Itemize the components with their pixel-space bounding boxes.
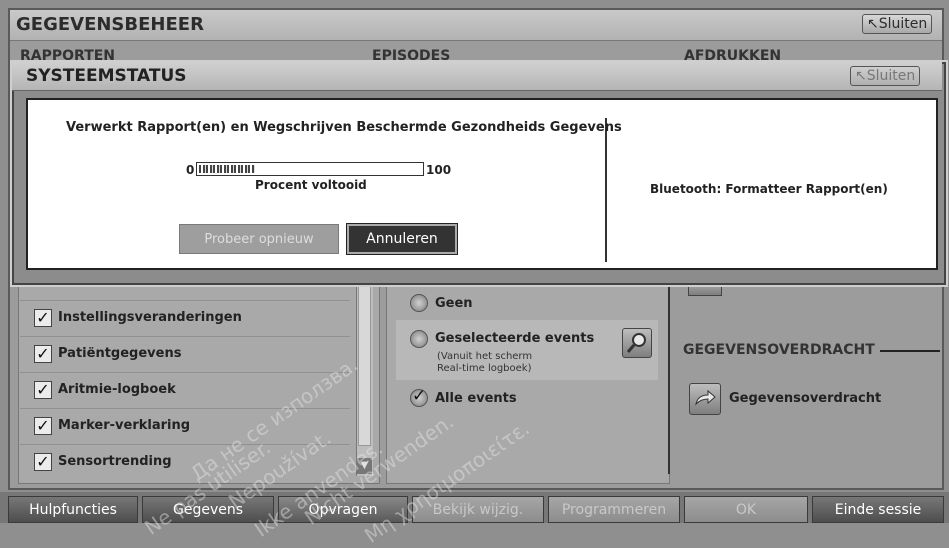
dialog-divider <box>605 118 607 262</box>
selected-events-note: (Vanuit het scherm <box>437 351 533 362</box>
progress-label: Procent voltooid <box>255 178 367 192</box>
arrow-right-icon <box>695 389 716 406</box>
radio-none[interactable] <box>410 294 428 312</box>
progress-max: 100 <box>426 163 452 177</box>
cursor-arrow-icon: ↖ <box>855 68 867 84</box>
help-button[interactable]: Hulpfuncties <box>8 496 138 523</box>
dialog-close-button[interactable]: ↖Sluiten <box>850 66 921 86</box>
report-item-label: Aritmie-logboek <box>58 382 176 397</box>
checkbox[interactable]: ✓ <box>34 417 52 435</box>
report-item-label: Marker-verklaring <box>58 418 191 433</box>
report-item[interactable]: ✓ Instellingsveranderingen <box>20 300 350 335</box>
panel-divider <box>668 270 670 474</box>
progress-bar <box>196 162 424 176</box>
checkbox[interactable]: ✓ <box>34 345 52 363</box>
checkbox[interactable]: ✓ <box>34 309 52 327</box>
magnifier-icon <box>626 333 646 353</box>
end-session-button[interactable]: Einde sessie <box>812 496 944 523</box>
window-close-label: Sluiten <box>878 16 928 32</box>
status-message: Verwerkt Rapport(en) en Wegschrijven Bes… <box>66 120 622 135</box>
checkmark-icon: ✓ <box>412 386 427 406</box>
radio-none-label: Geen <box>435 296 473 311</box>
cancel-button[interactable]: Annuleren <box>346 223 458 255</box>
program-button[interactable]: Programmeren <box>548 496 680 523</box>
radio-selected-events-label: Geselecteerde events <box>435 331 595 346</box>
window-close-button[interactable]: ↖Sluiten <box>862 14 933 34</box>
progress-min: 0 <box>186 163 195 177</box>
data-transfer-button[interactable] <box>689 383 721 415</box>
heading-rule <box>880 350 940 352</box>
dialog-title: SYSTEEMSTATUS <box>26 66 187 86</box>
dialog-close-label: Sluiten <box>866 68 916 84</box>
selected-events-note: Real-time logboek) <box>437 363 532 374</box>
radio-all-events-label: Alle events <box>435 391 517 406</box>
report-item-label: Patiëntgegevens <box>58 346 182 361</box>
scrollbar-thumb[interactable] <box>358 286 371 446</box>
cursor-arrow-icon: ↖ <box>867 16 879 32</box>
progress-fill <box>199 165 255 173</box>
radio-selected-events[interactable] <box>410 330 428 348</box>
zoom-button[interactable] <box>622 328 652 358</box>
retry-button[interactable]: Probeer opnieuw <box>179 224 339 254</box>
checkbox[interactable]: ✓ <box>34 453 52 471</box>
report-item-label: Instellingsveranderingen <box>58 310 242 325</box>
report-item-label: Sensortrending <box>58 454 172 469</box>
data-transfer-label: Gegevensoverdracht <box>729 391 882 406</box>
checkbox[interactable]: ✓ <box>34 381 52 399</box>
window-title: GEGEVENSBEHEER <box>16 14 204 35</box>
radio-all-events[interactable]: ✓ <box>410 386 428 407</box>
bluetooth-status: Bluetooth: Formatteer Rapport(en) <box>650 182 888 196</box>
report-item[interactable]: ✓ Patiëntgegevens <box>20 336 350 371</box>
transfer-heading: GEGEVENSOVERDRACHT <box>683 342 875 358</box>
ok-button[interactable]: OK <box>684 496 808 523</box>
